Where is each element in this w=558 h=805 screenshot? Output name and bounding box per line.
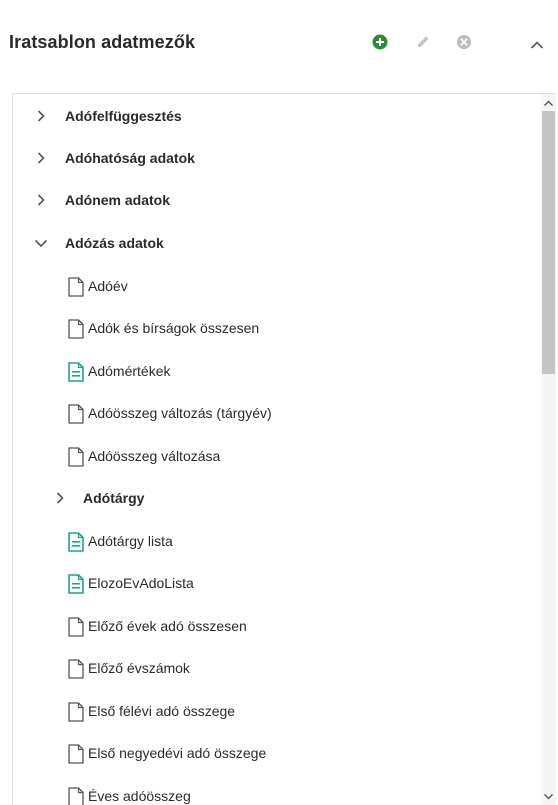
tree-field-label: Adóösszeg változás (tárgyév) bbox=[88, 405, 272, 421]
scroll-down-icon[interactable] bbox=[541, 789, 556, 804]
tree-field-label: Adótárgy lista bbox=[88, 533, 173, 549]
document-icon bbox=[68, 659, 84, 679]
chevron-right-icon[interactable] bbox=[34, 193, 48, 207]
chevron-down-icon[interactable] bbox=[34, 236, 48, 250]
tree-field-label: Előző évszámok bbox=[88, 660, 190, 676]
tree-folder-adonem-adatok[interactable]: Adónem adatok bbox=[34, 188, 170, 212]
chevron-right-icon[interactable] bbox=[34, 109, 48, 123]
tree-field-label: Adómértékek bbox=[88, 363, 171, 379]
tree-list-elozoevadolista[interactable]: ElozoEvAdoLista bbox=[68, 571, 194, 595]
tree-field-adok-es-birsagok-osszesen[interactable]: Adók és bírságok összesen bbox=[68, 316, 259, 340]
tree-folder-adohatosag-adatok[interactable]: Adóhatóság adatok bbox=[34, 146, 195, 170]
tree-folder-adozas-adatok[interactable]: Adózás adatok bbox=[34, 231, 164, 255]
panel-title: Iratsablon adatmezők bbox=[9, 32, 196, 52]
tree-field-label: Előző évek adó összesen bbox=[88, 618, 247, 634]
tree-folder-adotargy[interactable]: Adótárgy bbox=[53, 486, 144, 510]
scroll-thumb[interactable] bbox=[542, 111, 555, 374]
tree-list-adotargy-lista[interactable]: Adótárgy lista bbox=[68, 529, 173, 553]
document-icon bbox=[68, 617, 84, 637]
tree-field-adoosszeg-valtozas-targyev[interactable]: Adóösszeg változás (tárgyév) bbox=[68, 401, 272, 425]
tree-scrollbar[interactable] bbox=[541, 94, 556, 805]
tree-field-eves-adoosszeg[interactable]: Éves adóösszeg bbox=[68, 784, 191, 805]
tree-field-elso-felevi-ado-osszege[interactable]: Első félévi adó összege bbox=[68, 699, 235, 723]
plus-circle-icon[interactable] bbox=[372, 34, 388, 50]
tree-folder-label: Adónem adatok bbox=[65, 192, 171, 208]
document-icon bbox=[68, 404, 84, 424]
tree-field-adoosszeg-valtozasa[interactable]: Adóösszeg változása bbox=[68, 444, 220, 468]
chevron-right-icon[interactable] bbox=[34, 151, 48, 165]
chevron-up-icon[interactable] bbox=[529, 37, 545, 53]
tree-folder-label: Adófelfüggesztés bbox=[65, 108, 182, 124]
document-icon bbox=[68, 702, 84, 722]
tree-field-adoev[interactable]: Adóév bbox=[68, 274, 128, 298]
document-icon bbox=[68, 319, 84, 339]
tree-folder-label: Adótárgy bbox=[83, 490, 145, 506]
tree-field-label: Éves adóösszeg bbox=[88, 788, 191, 804]
tree-folder-adofelfuggesztes[interactable]: Adófelfüggesztés bbox=[34, 104, 182, 128]
tree-list-adomertekek[interactable]: Adómértékek bbox=[68, 359, 170, 383]
list-document-icon bbox=[68, 362, 84, 382]
chevron-right-icon[interactable] bbox=[53, 491, 67, 505]
document-icon bbox=[68, 787, 84, 805]
document-icon bbox=[68, 447, 84, 467]
tree-field-label: Adóösszeg változása bbox=[88, 448, 221, 464]
tree-field-label: Első negyedévi adó összege bbox=[88, 745, 267, 761]
tree-folder-label: Adóhatóság adatok bbox=[65, 150, 195, 166]
field-tree: Adófelfüggesztés Adóhatóság adatok Adóne… bbox=[12, 93, 556, 805]
x-circle-icon[interactable] bbox=[456, 34, 472, 50]
document-icon bbox=[68, 744, 84, 764]
template-fields-panel: Iratsablon adatmezők Adófelfüggesztés Ad… bbox=[0, 0, 558, 805]
document-icon bbox=[68, 277, 84, 297]
tree-folder-label: Adózás adatok bbox=[65, 235, 164, 251]
tree-field-label: Adók és bírságok összesen bbox=[88, 320, 260, 336]
list-document-icon bbox=[68, 574, 84, 594]
pencil-icon[interactable] bbox=[415, 34, 431, 50]
tree-field-label: Adóév bbox=[88, 278, 128, 294]
tree-field-elozo-evek-ado-osszesen[interactable]: Előző évek adó összesen bbox=[68, 614, 247, 638]
tree-field-elozo-evszamok[interactable]: Előző évszámok bbox=[68, 656, 190, 680]
tree-field-elso-negyedevi-ado-osszege[interactable]: Első negyedévi adó összege bbox=[68, 741, 266, 765]
scroll-up-icon[interactable] bbox=[541, 96, 556, 111]
panel-header: Iratsablon adatmezők bbox=[0, 0, 558, 92]
tree-field-label: Első félévi adó összege bbox=[88, 703, 236, 719]
tree-field-label: ElozoEvAdoLista bbox=[88, 575, 194, 591]
list-document-icon bbox=[68, 532, 84, 552]
